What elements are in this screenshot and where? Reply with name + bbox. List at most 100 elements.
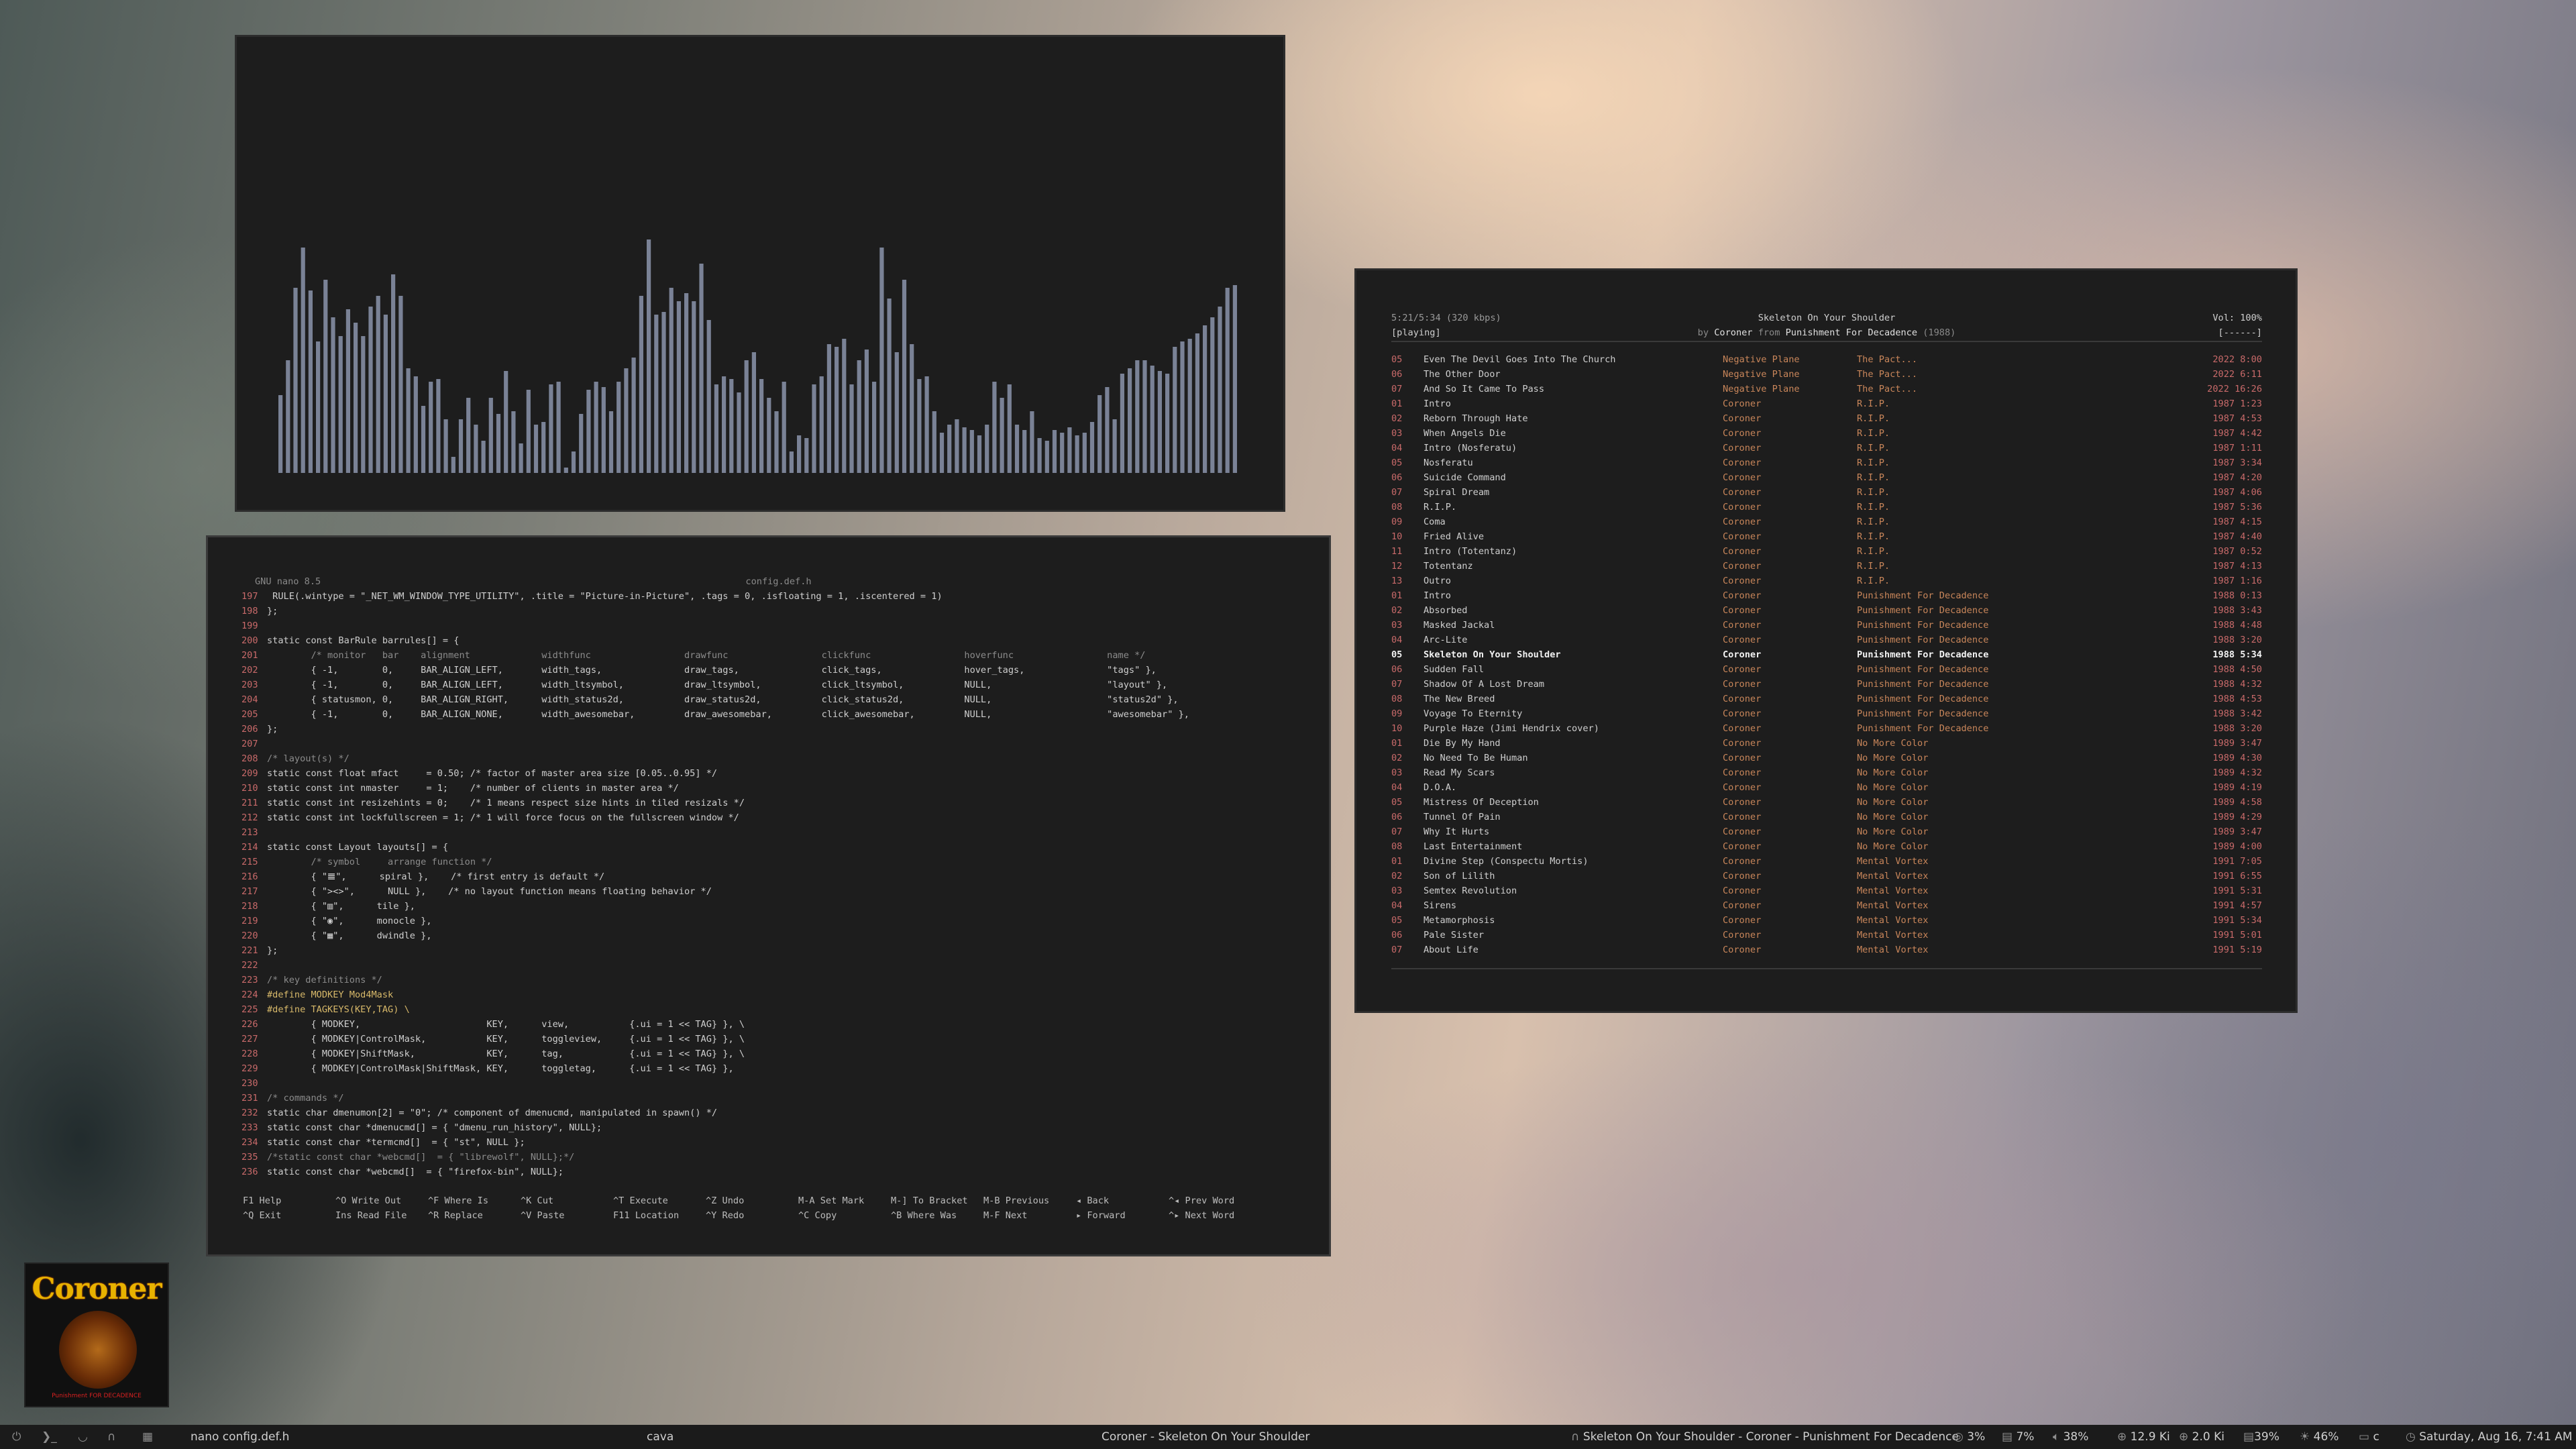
code-line[interactable]: 207 bbox=[241, 737, 1189, 751]
code-line[interactable]: 216 { "𝌆", spiral }, /* first entry is d… bbox=[241, 869, 1189, 884]
code-line[interactable]: 229 { MODKEY|ControlMask|ShiftMask, KEY,… bbox=[241, 1061, 1189, 1076]
code-line[interactable]: 228 { MODKEY|ShiftMask, KEY, tag, {.ui =… bbox=[241, 1046, 1189, 1061]
code-line[interactable]: 221}; bbox=[241, 943, 1189, 958]
shield-icon[interactable]: ◡ bbox=[78, 1425, 88, 1449]
terminal-icon[interactable]: ❯_ bbox=[42, 1425, 57, 1449]
code-line[interactable]: 231 /* commands */ bbox=[241, 1091, 1189, 1106]
track-row[interactable]: 06 The Other Door Negative Plane The Pact..… bbox=[1391, 367, 2262, 382]
track-row[interactable]: 08 The New Breed Coroner Punishment For Dec… bbox=[1391, 692, 2262, 706]
headphones-icon[interactable]: ∩ bbox=[107, 1425, 115, 1449]
code-line[interactable]: 214 static const Layout layouts[] = { bbox=[241, 840, 1189, 855]
cmus-player-window[interactable]: 5:21/5:34 (320 kbps) [playing] Skeleton … bbox=[1354, 268, 2298, 1013]
code-line[interactable]: 230 bbox=[241, 1076, 1189, 1091]
code-line[interactable]: 213 bbox=[241, 825, 1189, 840]
track-row[interactable]: 05 Even The Devil Goes Into The Church Neg… bbox=[1391, 352, 2262, 367]
track-row[interactable]: 02 Absorbed Coroner Punishment For Decadenc… bbox=[1391, 603, 2262, 618]
visualizer-bar bbox=[564, 468, 568, 473]
code-line[interactable]: 198}; bbox=[241, 604, 1189, 619]
track-row[interactable]: 09 Voyage To Eternity Coroner Punishment Fo… bbox=[1391, 706, 2262, 721]
code-line[interactable]: 215 /* symbol arrange function */ bbox=[241, 855, 1189, 869]
clock-widget[interactable]: ◷ Saturday, Aug 16, 7:41 AM bbox=[2406, 1425, 2573, 1449]
code-line[interactable]: 211 static const int resizehints = 0; /* … bbox=[241, 796, 1189, 810]
code-line[interactable]: 202 { -1, 0, BAR_ALIGN_LEFT, width_tags,… bbox=[241, 663, 1189, 678]
code-line[interactable]: 208 /* layout(s) */ bbox=[241, 751, 1189, 766]
code-line[interactable]: 201 /* monitor bar alignment widthfunc d… bbox=[241, 648, 1189, 663]
code-line[interactable]: 220 { "▦", dwindle }, bbox=[241, 928, 1189, 943]
track-row[interactable]: 01 Divine Step (Conspectu Mortis) Coroner M… bbox=[1391, 854, 2262, 869]
track-row[interactable]: 13 Outro Coroner R.I.P. 1987 1:16 bbox=[1391, 574, 2262, 588]
code-line[interactable]: 224 #define MODKEY Mod4Mask bbox=[241, 987, 1189, 1002]
track-row[interactable]: 07 And So It Came To Pass Negative Plane Th… bbox=[1391, 382, 2262, 396]
track-row[interactable]: 03 Semtex Revolution Coroner Mental Vortex 1… bbox=[1391, 883, 2262, 898]
code-buffer[interactable]: 197 RULE(.wintype = "_NET_WM_WINDOW_TYPE… bbox=[241, 589, 1189, 1179]
code-line[interactable]: 219 { "◉", monocle }, bbox=[241, 914, 1189, 928]
taskbar-item-nano[interactable]: nano config.def.h bbox=[191, 1425, 289, 1449]
track-row[interactable]: 04 D.O.A. Coroner No More Color 1989 4:19 bbox=[1391, 780, 2262, 795]
code-line[interactable]: 212 static const int lockfullscreen = 1; … bbox=[241, 810, 1189, 825]
code-line[interactable]: 235 /*static const char *webcmd[] = { "li… bbox=[241, 1150, 1189, 1165]
track-row[interactable]: 06 Pale Sister Coroner Mental Vortex 1991 5:… bbox=[1391, 928, 2262, 943]
layout-icon[interactable]: ▦ bbox=[142, 1425, 153, 1449]
code-line[interactable]: 197 RULE(.wintype = "_NET_WM_WINDOW_TYPE… bbox=[241, 589, 1189, 604]
code-line[interactable]: 223 /* key definitions */ bbox=[241, 973, 1189, 987]
track-row[interactable]: 06 Tunnel Of Pain Coroner No More Color 1989… bbox=[1391, 810, 2262, 824]
track-row[interactable]: 11 Intro (Totentanz) Coroner R.I.P. 1987 0:5… bbox=[1391, 544, 2262, 559]
track-row[interactable]: 12 Totentanz Coroner R.I.P. 1987 4:13 bbox=[1391, 559, 2262, 574]
code-line[interactable]: 234 static const char *termcmd[] = { "st"… bbox=[241, 1135, 1189, 1150]
track-row[interactable]: 07 Why It Hurts Coroner No More Color 1989 3… bbox=[1391, 824, 2262, 839]
code-line[interactable]: 209 static const float mfact = 0.50; /* f… bbox=[241, 766, 1189, 781]
track-row[interactable]: 07 Spiral Dream Coroner R.I.P. 1987 4:06 bbox=[1391, 485, 2262, 500]
track-row-current[interactable]: 05 Skeleton On Your Shoulder Coroner Punish… bbox=[1391, 647, 2262, 662]
track-row[interactable]: 09 Coma Coroner R.I.P. 1987 4:15 bbox=[1391, 515, 2262, 529]
code-line[interactable]: 203 { -1, 0, BAR_ALIGN_LEFT, width_ltsym… bbox=[241, 678, 1189, 692]
track-row[interactable]: 03 When Angels Die Coroner R.I.P. 1987 4:42 bbox=[1391, 426, 2262, 441]
nano-editor-window[interactable]: GNU nano 8.5 config.def.h 197 RULE(.wint… bbox=[206, 535, 1331, 1256]
active-window-title[interactable]: Coroner - Skeleton On Your Shoulder bbox=[1102, 1425, 1309, 1449]
code-line[interactable]: 236 static const char *webcmd[] = { "fire… bbox=[241, 1165, 1189, 1179]
track-row[interactable]: 02 No Need To Be Human Coroner No More Colo… bbox=[1391, 751, 2262, 765]
track-row[interactable]: 07 Shadow Of A Lost Dream Coroner Punishmen… bbox=[1391, 677, 2262, 692]
code-line[interactable]: 210 static const int nmaster = 1; /* numb… bbox=[241, 781, 1189, 796]
taskbar-item-cava[interactable]: cava bbox=[647, 1425, 674, 1449]
track-row[interactable]: 07 About Life Coroner Mental Vortex 1991 5:1… bbox=[1391, 943, 2262, 957]
track-row[interactable]: 06 Sudden Fall Coroner Punishment For Decad… bbox=[1391, 662, 2262, 677]
code-line[interactable]: 232 static char dmenumon[2] = "0"; /* com… bbox=[241, 1106, 1189, 1120]
code-line[interactable]: 205 { -1, 0, BAR_ALIGN_NONE, width_aweso… bbox=[241, 707, 1189, 722]
code-line[interactable]: 218 { "▥", tile }, bbox=[241, 899, 1189, 914]
code-line[interactable]: 206}; bbox=[241, 722, 1189, 737]
track-row[interactable]: 10 Fried Alive Coroner R.I.P. 1987 4:40 bbox=[1391, 529, 2262, 544]
track-row[interactable]: 02 Reborn Through Hate Coroner R.I.P. 1987 4… bbox=[1391, 411, 2262, 426]
power-icon[interactable]: ⏻ bbox=[12, 1425, 21, 1449]
code-line[interactable]: 200 static const BarRule barrules[] = { bbox=[241, 633, 1189, 648]
visualizer-bar bbox=[782, 382, 786, 473]
track-row[interactable]: 04 Sirens Coroner Mental Vortex 1991 4:57 bbox=[1391, 898, 2262, 913]
track-row[interactable]: 08 Last Entertainment Coroner No More Color… bbox=[1391, 839, 2262, 854]
track-row[interactable]: 04 Arc-Lite Coroner Punishment For Decadenc… bbox=[1391, 633, 2262, 647]
track-list[interactable]: 05 Even The Devil Goes Into The Church Neg… bbox=[1391, 352, 2262, 957]
code-line[interactable]: 226 { MODKEY, KEY, view, {.ui = 1 << TAG… bbox=[241, 1017, 1189, 1032]
track-row[interactable]: 05 Mistress Of Deception Coroner No More Co… bbox=[1391, 795, 2262, 810]
track-row[interactable]: 03 Masked Jackal Coroner Punishment For Dec… bbox=[1391, 618, 2262, 633]
code-line[interactable]: 225 #define TAGKEYS(KEY,TAG) \ bbox=[241, 1002, 1189, 1017]
track-row[interactable]: 10 Purple Haze (Jimi Hendrix cover) Corone… bbox=[1391, 721, 2262, 736]
track-row[interactable]: 04 Intro (Nosferatu) Coroner R.I.P. 1987 1:1… bbox=[1391, 441, 2262, 455]
track-row[interactable]: 01 Die By My Hand Coroner No More Color 1989… bbox=[1391, 736, 2262, 751]
code-line[interactable]: 204 { statusmon, 0, BAR_ALIGN_RIGHT, wid… bbox=[241, 692, 1189, 707]
code-line[interactable]: 217 { "><>", NULL }, /* no layout functi… bbox=[241, 884, 1189, 899]
track-row[interactable]: 02 Son of Lilith Coroner Mental Vortex 1991 … bbox=[1391, 869, 2262, 883]
visualizer-bar bbox=[429, 382, 433, 473]
track-row[interactable]: 06 Suicide Command Coroner R.I.P. 1987 4:20 bbox=[1391, 470, 2262, 485]
volume-widget[interactable]: 🔈︎ 38% bbox=[2053, 1425, 2088, 1449]
code-line[interactable]: 199 bbox=[241, 619, 1189, 633]
code-line[interactable]: 227 { MODKEY|ControlMask, KEY, togglevie… bbox=[241, 1032, 1189, 1046]
track-row[interactable]: 01 Intro Coroner R.I.P. 1987 1:23 bbox=[1391, 396, 2262, 411]
code-line[interactable]: 233 static const char *dmenucmd[] = { "dm… bbox=[241, 1120, 1189, 1135]
track-row[interactable]: 08 R.I.P. Coroner R.I.P. 1987 5:36 bbox=[1391, 500, 2262, 515]
track-row[interactable]: 03 Read My Scars Coroner No More Color 1989 … bbox=[1391, 765, 2262, 780]
brightness-widget[interactable]: ☀ 46% bbox=[2300, 1425, 2339, 1449]
track-row[interactable]: 05 Metamorphosis Coroner Mental Vortex 1991 … bbox=[1391, 913, 2262, 928]
code-line[interactable]: 222 bbox=[241, 958, 1189, 973]
track-row[interactable]: 05 Nosferatu Coroner R.I.P. 1987 3:34 bbox=[1391, 455, 2262, 470]
track-row[interactable]: 01 Intro Coroner Punishment For Decadence 19… bbox=[1391, 588, 2262, 603]
cava-window[interactable] bbox=[235, 35, 1285, 512]
